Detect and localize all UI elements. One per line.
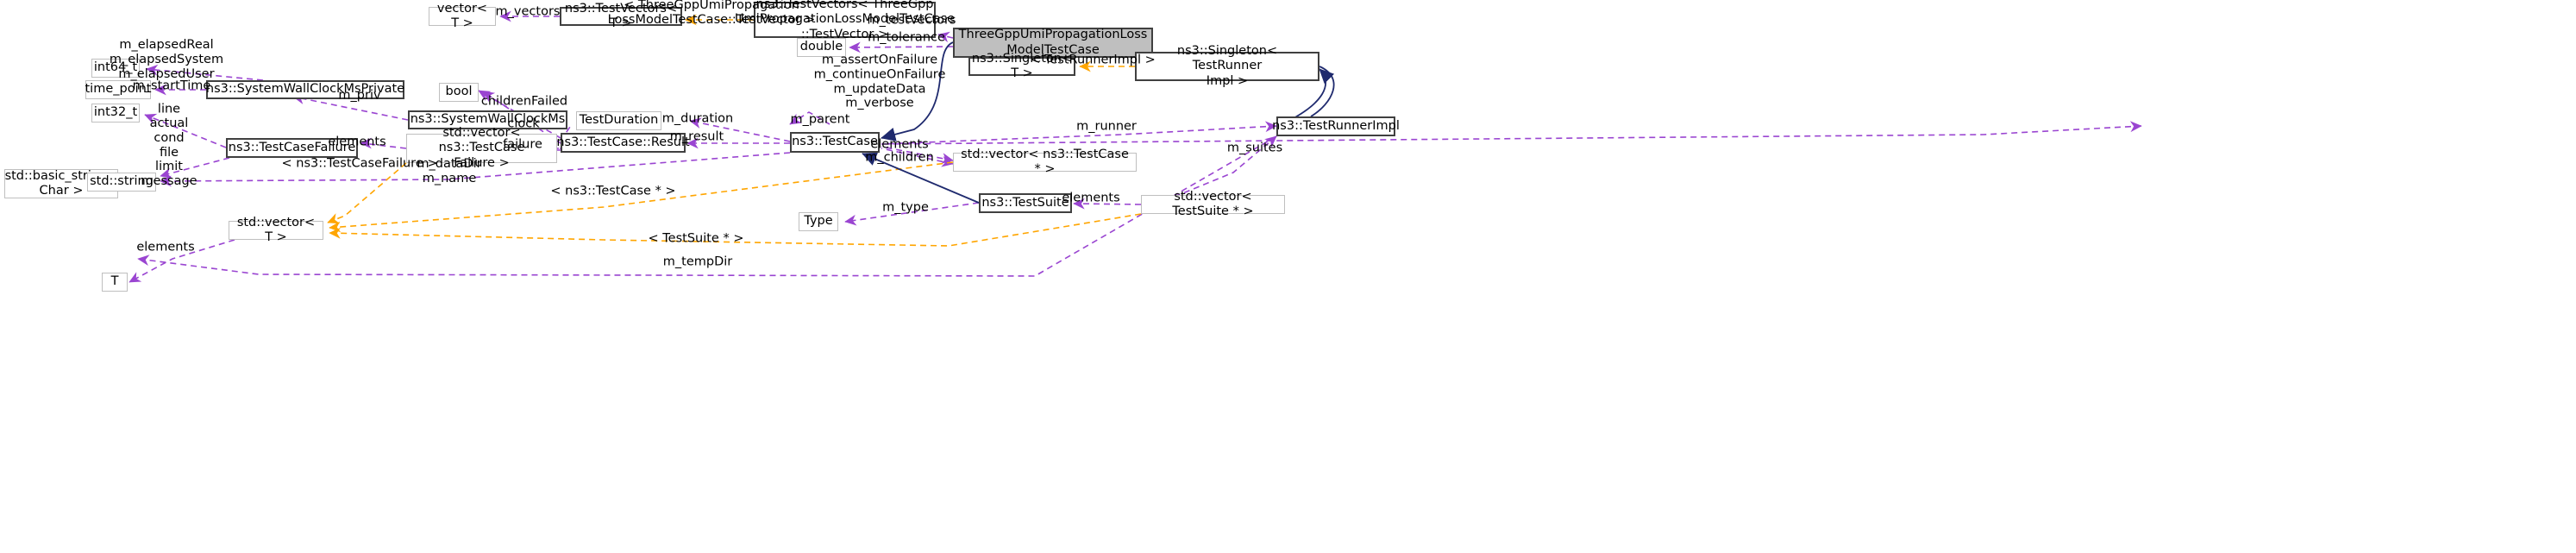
edge-label-tmpl-testvector: < ThreeGppUmiPropagation LossModelTestCa…	[607, 0, 816, 27]
edge-label-tmpl-tcf: < ns3::TestCaseFailure >	[281, 156, 438, 171]
class-node-ns3-TestRunnerImpl[interactable]: ns3::TestRunnerImpl	[1272, 116, 1400, 136]
edge-label-elements-ts: elements	[1062, 191, 1120, 205]
edge-label-m-vectors: m_vectors	[495, 4, 561, 19]
edge-label-line: line	[157, 102, 181, 116]
edge-label-m-elapsed: m_elapsedReal m_elapsedSystem m_elapsedU…	[109, 37, 224, 81]
class-node-TestDuration[interactable]: TestDuration	[576, 111, 661, 130]
edge-label-m-tolerance: m_tolerance	[868, 30, 945, 45]
class-node-vector-T[interactable]: vector< T >	[429, 2, 496, 30]
edge-label-m-assertflags: m_assertOnFailure m_continueOnFailure m_…	[813, 53, 946, 110]
edge-label-m-startTime: m_startTime	[132, 79, 211, 93]
edge-label-m-testVectors: m_testVectors	[867, 13, 956, 28]
class-node-vec-TestCase-ptr[interactable]: std::vector< ns3::TestCase * >	[953, 148, 1137, 176]
edge-label-m-suites: m_suites	[1226, 141, 1283, 155]
class-node-ns3-TestSuite[interactable]: ns3::TestSuite	[979, 193, 1072, 213]
edge-label-m-dataDir: m_dataDir m_name	[417, 157, 482, 185]
edge-label-m-type: m_type	[882, 200, 929, 215]
edge-label-m-children: m_children	[865, 150, 934, 165]
class-node-ns3-Singleton-TRI[interactable]: ns3::Singleton< TestRunner Impl >	[1135, 44, 1319, 88]
edge-label-tmpl-ts-ptr: < TestSuite * >	[648, 231, 744, 246]
edge-label-elements-T: elements	[136, 240, 195, 255]
edge-label-clock: clock	[507, 116, 540, 131]
edge-label-failure: failure	[503, 137, 542, 152]
class-node-T[interactable]: T	[102, 273, 128, 292]
class-node-Type[interactable]: Type	[799, 212, 838, 231]
edge-label-childrenFailed: childrenFailed	[480, 94, 568, 109]
edge-label-m-duration: m_duration	[661, 111, 734, 126]
class-node-vec-TestSuite-ptr[interactable]: std::vector< TestSuite * >	[1141, 190, 1285, 218]
edge-label-m-tempDir: m_tempDir	[662, 255, 733, 269]
edge-label-tmpl-testrunner: < TestRunnerImpl >	[1030, 53, 1156, 67]
class-node-std-vector-T[interactable]: std::vector< T >	[229, 216, 323, 244]
class-node-ns3-TestCase-Result[interactable]: ns3::TestCase::Result	[556, 133, 690, 153]
class-node-bool[interactable]: bool	[439, 83, 479, 102]
edge-label-m-result: m_result	[669, 129, 724, 144]
class-node-ns3-TestCase[interactable]: ns3::TestCase	[790, 132, 880, 153]
class-node-int32-t[interactable]: int32_t	[91, 104, 140, 123]
collaboration-diagram: vector< T > ns3::TestVectors< T > ns3::Tes…	[0, 0, 2576, 553]
edge-label-elements-tcf: elements	[328, 135, 386, 149]
edge-label-tmpl-tc-ptr: < ns3::TestCase * >	[550, 184, 676, 198]
edge-label-m-runner: m_runner	[1076, 119, 1137, 134]
edge-label-m-parent: m_parent	[790, 112, 850, 127]
edge-label-m-priv: m_priv	[338, 88, 381, 103]
edge-label-actual-cond: actual cond file limit message	[141, 116, 197, 189]
